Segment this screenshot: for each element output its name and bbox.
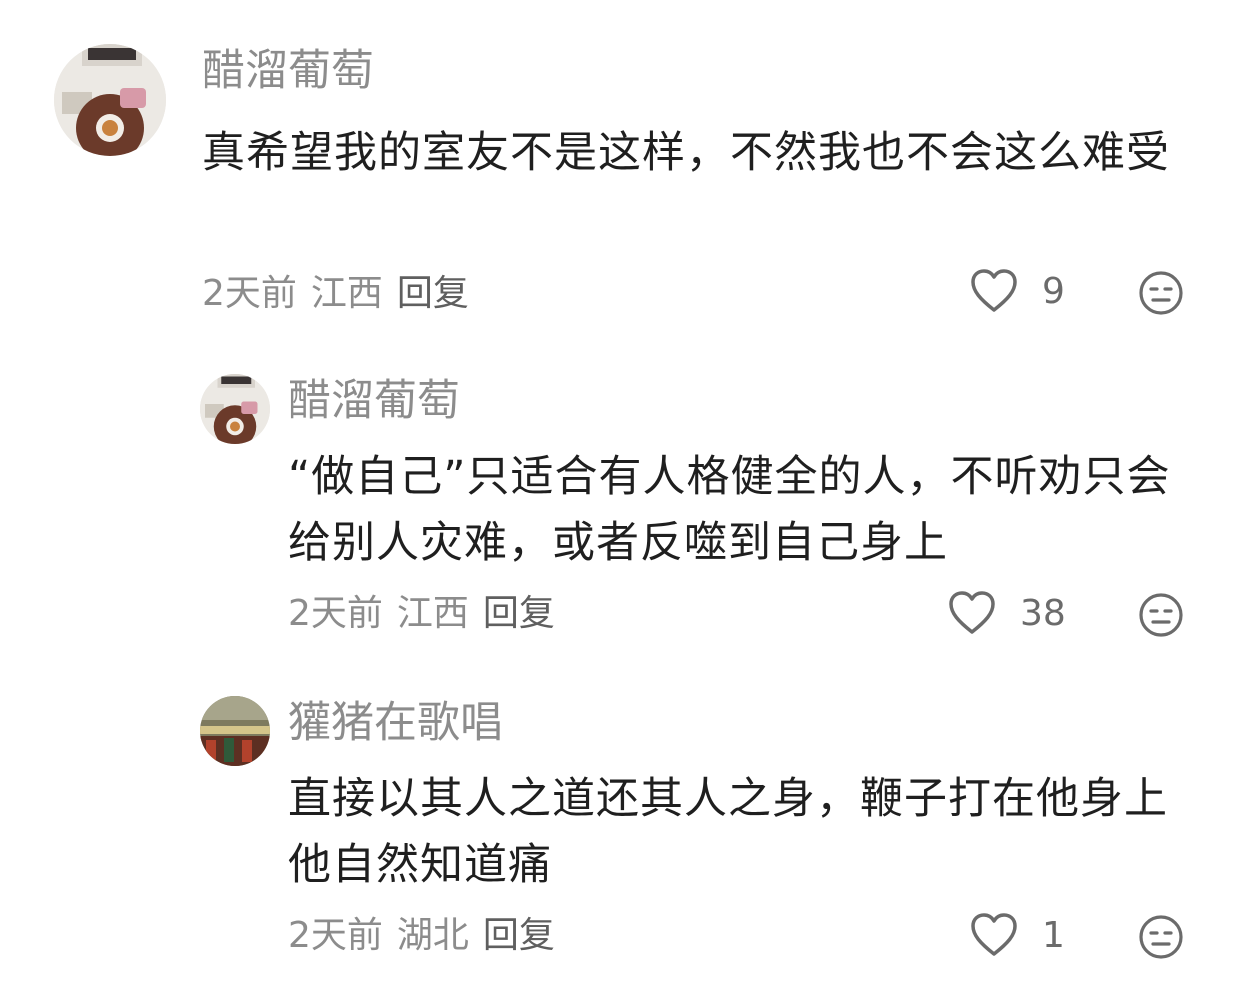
location: 江西 (310, 273, 383, 314)
emoji-reaction-button[interactable] (1138, 592, 1184, 638)
comment-text: 直接以其人之道还其人之身，鞭子打在他身上他自然知道痛 (288, 774, 1168, 890)
avatar[interactable] (200, 696, 270, 766)
comment-meta: 2天前 江西 回复 (202, 272, 483, 316)
username[interactable]: 醋溜葡萄 (288, 376, 460, 426)
like-count: 1 (1042, 914, 1065, 956)
location: 江西 (396, 593, 469, 634)
like-count: 9 (1042, 270, 1065, 312)
avatar[interactable] (200, 374, 270, 444)
reply-button[interactable]: 回复 (397, 273, 469, 314)
reply-button[interactable]: 回复 (483, 593, 555, 634)
avatar-image (200, 374, 270, 444)
avatar-image (54, 44, 166, 156)
emoji-reaction-button[interactable] (1138, 914, 1184, 960)
reply-button[interactable]: 回复 (483, 915, 555, 956)
username[interactable]: 醋溜葡萄 (202, 46, 374, 96)
comment-meta: 2天前 江西 回复 (288, 592, 569, 636)
location: 湖北 (396, 915, 469, 956)
emoji-reaction-button[interactable] (1138, 270, 1184, 316)
neutral-face-icon (1139, 915, 1183, 959)
like-button[interactable]: 9 (970, 268, 1065, 314)
avatar-image (200, 696, 270, 766)
heart-outline-icon (971, 913, 1017, 956)
like-button[interactable]: 38 (948, 590, 1066, 636)
timestamp: 2天前 (288, 593, 383, 634)
timestamp: 2天前 (202, 273, 297, 314)
comment-text: “做自己”只适合有人格健全的人，不听劝只会给别人灾难，或者反噬到自己身上 (288, 452, 1171, 568)
comment-text: 真希望我的室友不是这样，不然我也不会这么难受 (202, 128, 1170, 178)
avatar[interactable] (54, 44, 166, 156)
neutral-face-icon (1139, 593, 1183, 637)
timestamp: 2天前 (288, 915, 383, 956)
username[interactable]: 獾猪在歌唱 (288, 698, 503, 748)
like-button[interactable]: 1 (970, 912, 1065, 958)
like-count: 38 (1020, 592, 1066, 634)
heart-outline-icon (949, 591, 995, 634)
heart-outline-icon (971, 269, 1017, 312)
comment-meta: 2天前 湖北 回复 (288, 914, 569, 958)
neutral-face-icon (1139, 271, 1183, 315)
